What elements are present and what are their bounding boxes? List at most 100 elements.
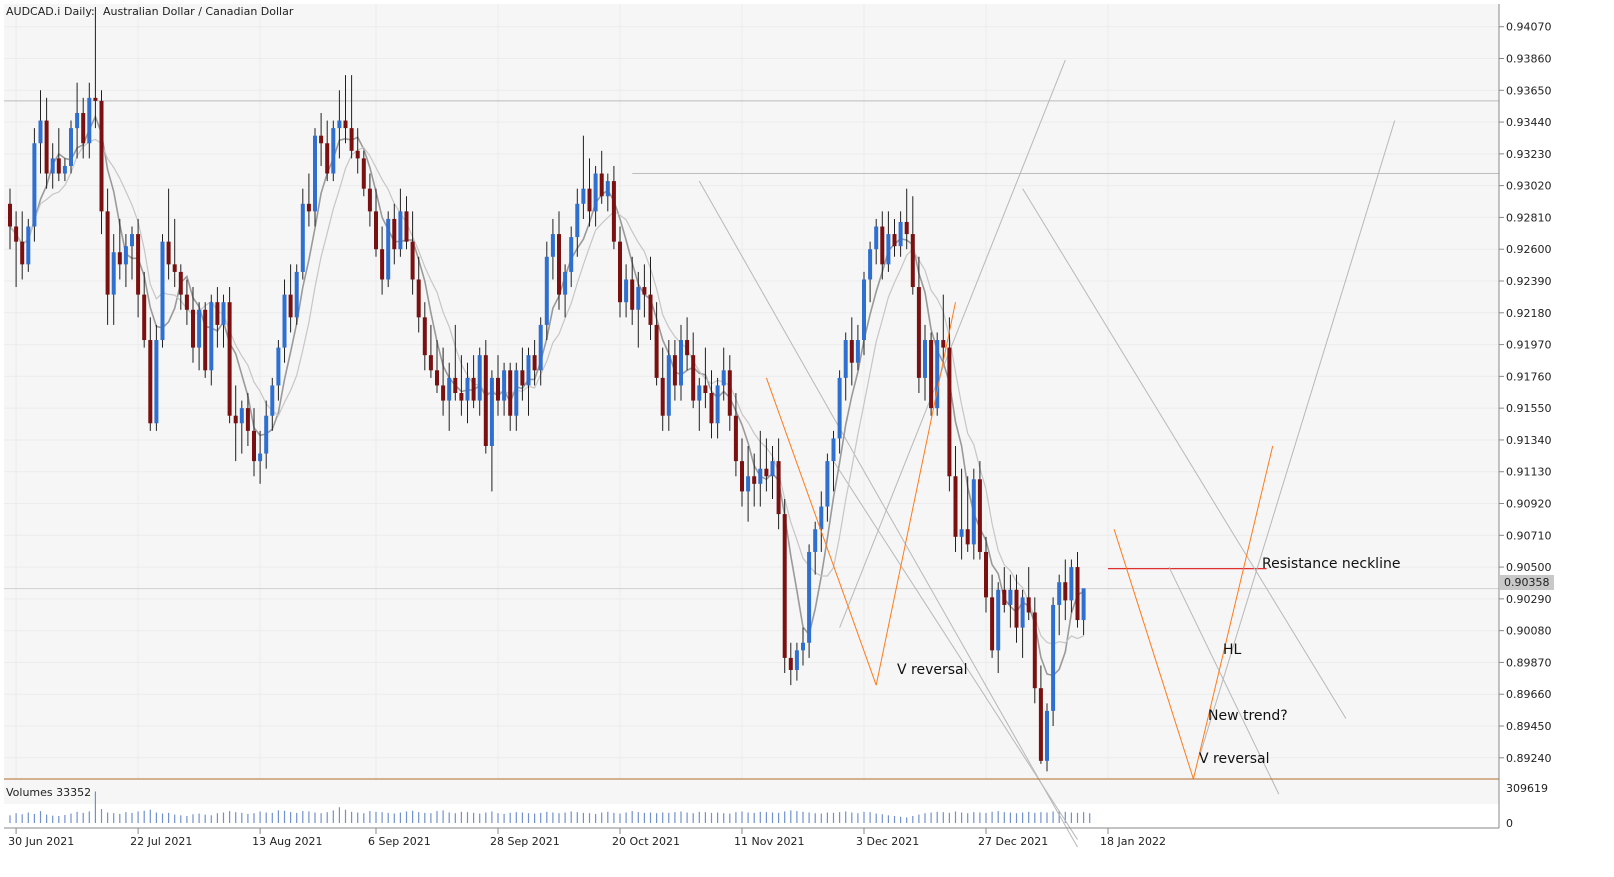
candle-body xyxy=(630,279,635,310)
candle-body xyxy=(93,97,98,101)
candle-body xyxy=(526,355,531,386)
candle-body xyxy=(355,150,360,159)
candle-body xyxy=(764,468,769,477)
candle-body xyxy=(14,226,19,242)
candle-body xyxy=(648,294,653,325)
candle-body xyxy=(56,158,61,174)
candle-body xyxy=(270,385,275,416)
candle-body xyxy=(123,246,128,265)
candle-body xyxy=(807,551,812,643)
time-tick-label: 20 Oct 2021 xyxy=(612,835,680,848)
candle-body xyxy=(441,385,446,401)
price-tick-label: 0.93650 xyxy=(1506,84,1552,97)
candle-body xyxy=(502,370,507,401)
candle-body xyxy=(136,234,141,295)
candle-body xyxy=(276,347,281,386)
candle-body xyxy=(477,355,482,401)
candle-body xyxy=(1045,710,1049,761)
candle-body xyxy=(855,340,860,363)
candle-body xyxy=(99,100,104,212)
price-tick-label: 0.90500 xyxy=(1506,561,1552,574)
candle-body xyxy=(1038,688,1043,761)
candle-body xyxy=(435,370,439,386)
candle-body xyxy=(508,370,513,416)
candle-body xyxy=(306,203,311,212)
time-tick-label: 3 Dec 2021 xyxy=(856,835,919,848)
candle-body xyxy=(1020,597,1025,628)
candle-body xyxy=(923,340,927,378)
candle-body xyxy=(550,234,555,257)
candle-body xyxy=(343,120,348,129)
candle-body xyxy=(727,370,732,416)
candle-body xyxy=(898,221,903,247)
chart-timeframe: Daily: xyxy=(64,5,95,18)
current-price-label: 0.90358 xyxy=(1504,576,1550,589)
candle-body xyxy=(489,377,494,446)
candle-body xyxy=(130,234,134,247)
time-tick-label: 11 Nov 2021 xyxy=(734,835,804,848)
candle-body xyxy=(685,340,690,356)
candle-body xyxy=(575,203,580,238)
candle-body xyxy=(44,120,49,174)
candle-body xyxy=(892,234,897,247)
price-tick-label: 0.91760 xyxy=(1506,370,1552,383)
candle-body xyxy=(709,393,714,424)
chart-description: Australian Dollar / Canadian Dollar xyxy=(103,5,294,18)
candle-body xyxy=(746,476,751,492)
candle-body xyxy=(148,340,153,424)
time-tick-label: 6 Sep 2021 xyxy=(368,835,431,848)
candle-body xyxy=(563,271,568,295)
price-tick-label: 0.91130 xyxy=(1506,466,1552,479)
annotation-hl: HL xyxy=(1223,642,1242,658)
candle-body xyxy=(178,271,183,295)
candle-body xyxy=(447,377,452,401)
candle-body xyxy=(227,302,232,416)
candle-body xyxy=(483,355,488,446)
candle-body xyxy=(740,461,744,492)
candle-body xyxy=(1057,582,1062,605)
candle-body xyxy=(532,355,537,371)
candle-body xyxy=(282,294,287,348)
current-price-tag: 0.90358 xyxy=(1500,575,1554,590)
candle-body xyxy=(1014,589,1019,628)
candle-body xyxy=(239,408,244,424)
price-tick-label: 0.91550 xyxy=(1506,402,1552,415)
candle-body xyxy=(20,241,25,265)
candle-body xyxy=(1002,589,1007,605)
price-chart[interactable]: 0.94070 0.93860 0.93650 0.93440 0.93230 0.930… xyxy=(0,0,1614,877)
candle-body xyxy=(50,158,55,174)
volumes-label: Volumes 33352 xyxy=(6,786,91,799)
candle-body xyxy=(715,385,720,424)
candle-body xyxy=(758,468,763,484)
candle-body xyxy=(813,529,818,552)
price-tick-label: 0.90920 xyxy=(1506,498,1552,511)
candle-body xyxy=(105,211,110,295)
price-tick-label: 0.93230 xyxy=(1506,148,1552,161)
candle-body xyxy=(782,514,787,658)
candle-body xyxy=(520,370,525,386)
candle-body xyxy=(361,158,366,189)
candle-body xyxy=(288,294,293,318)
price-tick-label: 0.94070 xyxy=(1506,21,1552,34)
candle-body xyxy=(557,234,561,295)
candle-body xyxy=(874,226,879,250)
candle-body xyxy=(593,173,598,212)
price-tick-label: 0.90290 xyxy=(1506,593,1552,606)
candle-body xyxy=(679,340,683,386)
volume-tick-label: 309619 xyxy=(1506,782,1548,795)
candle-body xyxy=(752,476,757,484)
candle-body xyxy=(172,264,177,272)
candle-body xyxy=(410,241,415,280)
candle-body xyxy=(160,241,165,341)
candle-body xyxy=(38,120,43,144)
candle-body xyxy=(666,355,671,416)
candle-body xyxy=(611,181,616,242)
candle-body xyxy=(904,221,909,235)
candle-body xyxy=(636,287,641,310)
price-tick-label: 0.93020 xyxy=(1506,180,1552,193)
candle-body xyxy=(788,657,793,671)
candle-body xyxy=(81,112,86,144)
candle-body xyxy=(349,128,354,151)
candle-body xyxy=(258,453,263,462)
candle-body xyxy=(32,143,37,227)
